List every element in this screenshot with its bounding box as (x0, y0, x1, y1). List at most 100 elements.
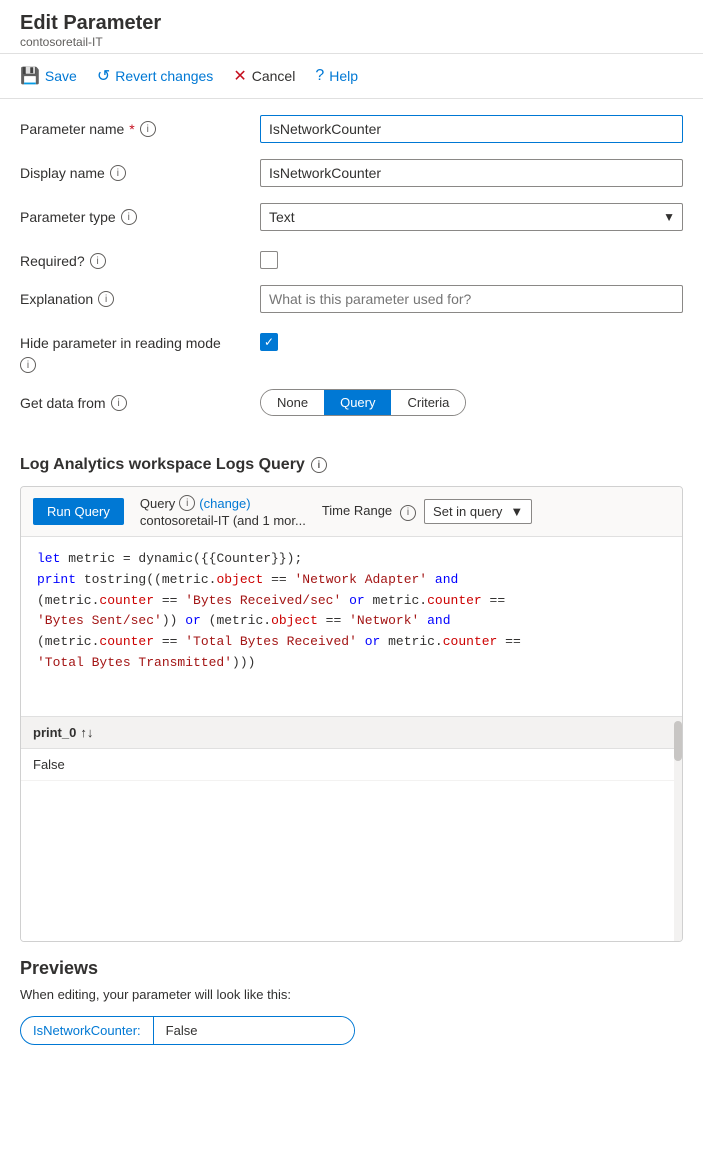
toolbar: 💾 Save ↺ Revert changes ✕ Cancel ? Help (0, 54, 703, 99)
save-label: Save (45, 68, 77, 84)
results-row: False (21, 749, 682, 781)
page-header: Edit Parameter contosoretail-IT (0, 0, 703, 54)
query-label: Query (140, 496, 175, 511)
results-scrollbar-track[interactable] (674, 717, 682, 941)
explanation-control (260, 285, 683, 313)
help-button[interactable]: ? Help (315, 63, 358, 89)
page-subtitle: contosoretail-IT (20, 35, 683, 49)
time-range-value: Set in query (433, 504, 502, 519)
required-checkbox-wrapper (260, 247, 683, 269)
hide-param-sub-label: i (20, 355, 260, 373)
parameter-name-row: Parameter name * i (20, 115, 683, 143)
display-name-info-icon[interactable]: i (110, 165, 126, 181)
cancel-button[interactable]: ✕ Cancel (233, 62, 295, 90)
form-area: Parameter name * i Display name i Parame… (0, 99, 703, 448)
parameter-type-select-wrapper: Text ▼ (260, 203, 683, 231)
get-data-label: Get data from i (20, 389, 260, 411)
hide-param-label-area: Hide parameter in reading mode i (20, 329, 260, 373)
code-line-2: print tostring((metric.object == 'Networ… (37, 570, 666, 591)
parameter-type-row: Parameter type i Text ▼ (20, 203, 683, 231)
hide-param-info-icon[interactable]: i (20, 357, 36, 373)
code-line-6: 'Total Bytes Transmitted'))) (37, 653, 666, 674)
query-change-link[interactable]: (change) (199, 496, 250, 511)
save-button[interactable]: 💾 Save (20, 62, 77, 90)
hide-param-row: Hide parameter in reading mode i ✓ (20, 329, 683, 373)
code-line-5: (metric.counter == 'Total Bytes Received… (37, 632, 666, 653)
parameter-type-control: Text ▼ (260, 203, 683, 231)
get-data-row: Get data from i None Query Criteria (20, 389, 683, 416)
get-data-control: None Query Criteria (260, 389, 683, 416)
explanation-input[interactable] (260, 285, 683, 313)
revert-label: Revert changes (115, 68, 213, 84)
preview-pill-label: IsNetworkCounter: (21, 1017, 154, 1044)
time-range-area: Time Range i Set in query ▼ (322, 499, 532, 524)
get-data-criteria-option[interactable]: Criteria (391, 390, 465, 415)
required-asterisk: * (129, 121, 134, 137)
previews-title: Previews (20, 958, 683, 979)
parameter-name-control (260, 115, 683, 143)
query-source-value: contosoretail-IT (and 1 mor... (140, 513, 306, 528)
revert-button[interactable]: ↺ Revert changes (97, 62, 213, 90)
query-section-title: Log Analytics workspace Logs Query i (0, 448, 703, 486)
results-scrollbar-thumb[interactable] (674, 721, 682, 761)
save-icon: 💾 (20, 66, 40, 86)
code-line-1: let metric = dynamic({{Counter}}); (37, 549, 666, 570)
run-query-button[interactable]: Run Query (33, 498, 124, 525)
required-label: Required? i (20, 247, 260, 269)
get-data-query-option[interactable]: Query (324, 390, 391, 415)
get-data-radio-group: None Query Criteria (260, 389, 466, 416)
query-section-info-icon[interactable]: i (311, 457, 327, 473)
hide-param-checkbox-wrapper: ✓ (260, 329, 683, 351)
previews-description: When editing, your parameter will look l… (20, 987, 683, 1002)
time-range-info-icon[interactable]: i (400, 505, 416, 521)
display-name-control (260, 159, 683, 187)
results-cell-false: False (33, 757, 65, 772)
code-line-3: (metric.counter == 'Bytes Received/sec' … (37, 591, 666, 612)
query-source-row: Query i (change) (140, 495, 306, 511)
display-name-label: Display name i (20, 159, 260, 181)
required-checkbox[interactable] (260, 251, 278, 269)
explanation-label: Explanation i (20, 285, 260, 307)
get-data-info-icon[interactable]: i (111, 395, 127, 411)
query-info: Query i (change) contosoretail-IT (and 1… (140, 495, 306, 528)
display-name-row: Display name i (20, 159, 683, 187)
sort-icon[interactable]: ↑↓ (80, 725, 93, 740)
parameter-name-info-icon[interactable]: i (140, 121, 156, 137)
code-area: let metric = dynamic({{Counter}}); print… (21, 537, 682, 717)
cancel-icon: ✕ (233, 66, 246, 86)
cancel-label: Cancel (252, 68, 296, 84)
required-info-icon[interactable]: i (90, 253, 106, 269)
page-title: Edit Parameter (20, 12, 683, 35)
time-range-select[interactable]: Set in query ▼ (424, 499, 532, 524)
help-icon: ? (315, 67, 324, 85)
parameter-type-info-icon[interactable]: i (121, 209, 137, 225)
query-source-value-row: contosoretail-IT (and 1 mor... (140, 513, 306, 528)
required-row: Required? i (20, 247, 683, 269)
time-range-label: Time Range i (322, 502, 416, 521)
parameter-name-input[interactable] (260, 115, 683, 143)
get-data-none-option[interactable]: None (261, 390, 324, 415)
results-scroll[interactable]: print_0 ↑↓ False (21, 717, 682, 941)
parameter-name-label: Parameter name * i (20, 115, 260, 137)
code-line-4: 'Bytes Sent/sec')) or (metric.object == … (37, 611, 666, 632)
explanation-info-icon[interactable]: i (98, 291, 114, 307)
explanation-row: Explanation i (20, 285, 683, 313)
parameter-type-label: Parameter type i (20, 203, 260, 225)
revert-icon: ↺ (97, 66, 110, 86)
results-area: print_0 ↑↓ False (21, 717, 682, 941)
query-label-info-icon[interactable]: i (179, 495, 195, 511)
hide-param-checkbox[interactable]: ✓ (260, 333, 278, 351)
hide-param-control: ✓ (260, 329, 683, 351)
time-range-chevron-icon: ▼ (510, 504, 523, 519)
results-col-print0: print_0 ↑↓ (33, 725, 93, 740)
required-control (260, 247, 683, 269)
display-name-input[interactable] (260, 159, 683, 187)
previews-section: Previews When editing, your parameter wi… (0, 942, 703, 1061)
parameter-type-select[interactable]: Text (260, 203, 683, 231)
results-empty-area (21, 781, 682, 941)
query-container: Run Query Query i (change) contosoretail… (20, 486, 683, 942)
preview-pill-value[interactable] (154, 1017, 354, 1044)
results-header: print_0 ↑↓ (21, 717, 682, 749)
help-label: Help (329, 68, 358, 84)
preview-pill: IsNetworkCounter: (20, 1016, 355, 1045)
